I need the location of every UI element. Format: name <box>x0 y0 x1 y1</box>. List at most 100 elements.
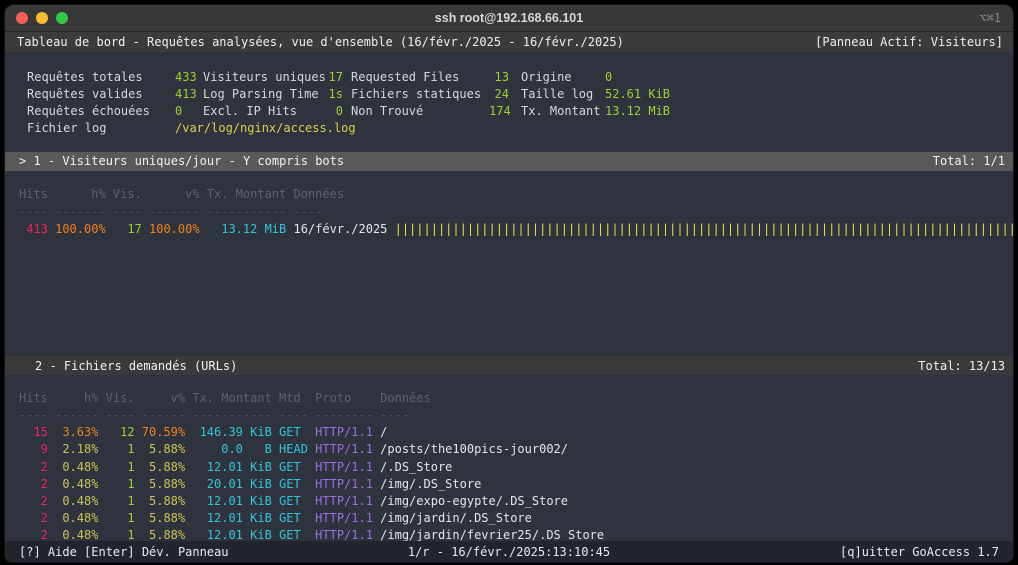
stat-value: 24 <box>489 87 509 101</box>
col-data: Données <box>293 187 387 201</box>
terminal-screen[interactable]: Tableau de bord - Requêtes analysées, vu… <box>5 32 1013 562</box>
url-cell: /img/expo-egypte/.DS_Store <box>380 494 568 508</box>
visitors-cell: 1 <box>106 477 135 491</box>
divider: ----------- <box>207 205 286 219</box>
visitors-percent-cell: 5.88% <box>142 511 185 525</box>
summary-block: Requêtes totales 433 Visiteurs uniques 1… <box>5 68 1013 137</box>
panel-title: > 1 - Visiteurs uniques/jour - Y compris… <box>19 154 344 168</box>
tab-shortcut: ⌥⌘1 <box>979 11 1013 25</box>
help-shortcut-hint: [?] Aide [Enter] Dév. Panneau <box>19 545 229 559</box>
visitors-cell: 1 <box>106 460 135 474</box>
stat-label: Requêtes échouées <box>27 104 175 118</box>
log-file-label: Fichier log <box>27 121 175 135</box>
divider: ---- <box>19 205 48 219</box>
tx-amount-cell: 13.12 MiB <box>207 222 286 236</box>
zoom-button[interactable] <box>56 12 68 24</box>
tx-amount-cell: 20.01 KiB <box>192 477 271 491</box>
close-button[interactable] <box>16 12 28 24</box>
stat-value: 1s <box>321 87 343 101</box>
col-hits: Hits <box>19 391 48 405</box>
col-vis: Vis. <box>113 187 142 201</box>
protocol-cell: HTTP/1.1 <box>315 460 373 474</box>
quit-hint: [q]uitter GoAccess 1.7 <box>840 545 999 559</box>
stat-value: 0 <box>605 70 612 84</box>
stat-label: Tx. Montant <box>521 104 605 118</box>
divider: ------ <box>55 408 98 422</box>
divider: ------ <box>142 408 185 422</box>
stat-value: 413 <box>175 87 203 101</box>
visitors-percent-cell: 100.00% <box>149 222 200 236</box>
summary-row: Fichier log /var/log/nginx/access.log <box>5 120 1013 137</box>
panel-unique-visitors-header[interactable]: > 1 - Visiteurs uniques/jour - Y compris… <box>5 152 1013 171</box>
tx-amount-cell: 12.01 KiB <box>192 460 271 474</box>
stat-label: Taille log <box>521 87 605 101</box>
col-vpct: v% <box>142 391 185 405</box>
window-title: ssh root@192.168.66.101 <box>5 11 1013 25</box>
visitors-cell: 1 <box>106 494 135 508</box>
unique-visitors-table: Hits h% Vis. v% Tx. Montant Données ----… <box>5 186 1013 238</box>
col-data: Données <box>380 391 431 405</box>
protocol-cell: HTTP/1.1 <box>315 477 373 491</box>
method-cell: GET <box>279 425 308 439</box>
divider: ------- <box>149 205 200 219</box>
terminal-window: ssh root@192.168.66.101 ⌥⌘1 Tableau de b… <box>4 4 1014 563</box>
table-header-row: Hits h% Vis. v% Tx. Montant Données <box>5 186 1013 203</box>
hits-percent-cell: 0.48% <box>55 494 98 508</box>
panel-title: 2 - Fichiers demandés (URLs) <box>35 359 237 373</box>
tx-amount-cell: 12.01 KiB <box>192 511 271 525</box>
visitors-percent-cell: 5.88% <box>142 477 185 491</box>
summary-row: Requêtes échouées 0 Excl. IP Hits 0 Non … <box>5 102 1013 119</box>
table-row: 2 0.48% 1 5.88% 20.01 KiB GET HTTP/1.1 /… <box>5 475 1013 492</box>
stat-label: Visiteurs uniques <box>203 70 321 84</box>
minimize-button[interactable] <box>36 12 48 24</box>
hits-cell: 15 <box>19 425 48 439</box>
visitors-cell: 12 <box>106 425 135 439</box>
stat-label: Excl. IP Hits <box>203 104 321 118</box>
sparkline-bars: ||||||||||||||||||||||||||||||||||||||||… <box>395 222 1013 236</box>
stat-label: Requested Files <box>351 70 489 84</box>
divider: ----------- <box>192 408 271 422</box>
method-cell: GET <box>279 494 308 508</box>
col-proto: Proto <box>315 391 373 405</box>
col-tx: Tx. Montant <box>207 187 286 201</box>
requested-files-table: Hits h% Vis. v% Tx. Montant Mtd Proto Do… <box>5 389 1013 544</box>
hits-percent-cell: 3.63% <box>55 425 98 439</box>
protocol-cell: HTTP/1.1 <box>315 442 373 456</box>
url-cell: /img/jardin/.DS_Store <box>380 511 532 525</box>
stat-label: Log Parsing Time <box>203 87 321 101</box>
stat-label: Fichiers statiques <box>351 87 489 101</box>
panel-total-badge: Total: 13/13 <box>918 359 1013 373</box>
stat-label: Requêtes totales <box>27 70 175 84</box>
visitors-percent-cell: 5.88% <box>142 442 185 456</box>
stat-label: Requêtes valides <box>27 87 175 101</box>
summary-row: Requêtes valides 413 Log Parsing Time 1s… <box>5 85 1013 102</box>
stat-value: 13.12 MiB <box>605 104 670 118</box>
panel-requested-files-header[interactable]: 2 - Fichiers demandés (URLs) Total: 13/1… <box>5 356 1013 375</box>
col-vis: Vis. <box>106 391 135 405</box>
divider: ---- <box>19 408 48 422</box>
hits-percent-cell: 0.48% <box>55 477 98 491</box>
method-cell: GET <box>279 511 308 525</box>
hits-cell: 2 <box>19 511 48 525</box>
hits-cell: 2 <box>19 477 48 491</box>
visitors-percent-cell: 5.88% <box>142 460 185 474</box>
divider: ------- <box>55 205 106 219</box>
visitors-percent-cell: 70.59% <box>142 425 185 439</box>
stat-label: Origine <box>521 70 605 84</box>
tx-amount-cell: 12.01 KiB <box>192 494 271 508</box>
stat-value: 433 <box>175 70 203 84</box>
tx-amount-cell: 146.39 KiB <box>192 425 271 439</box>
col-hpct: h% <box>55 187 106 201</box>
stat-value: 17 <box>321 70 343 84</box>
table-divider-row: ---- ------ ---- ------ ----------- ----… <box>5 407 1013 424</box>
hits-cell: 9 <box>19 442 48 456</box>
date-cell: 16/févr./2025 <box>293 222 387 236</box>
col-hits: Hits <box>19 187 48 201</box>
status-bar: [?] Aide [Enter] Dév. Panneau 1/r - 16/f… <box>5 541 1013 562</box>
col-vpct: v% <box>149 187 200 201</box>
divider: ---- <box>380 408 409 422</box>
divider: ---- <box>106 408 135 422</box>
hits-cell: 413 <box>19 222 48 236</box>
divider: ---- <box>113 205 142 219</box>
panel-total-badge: Total: 1/1 <box>933 154 1013 168</box>
